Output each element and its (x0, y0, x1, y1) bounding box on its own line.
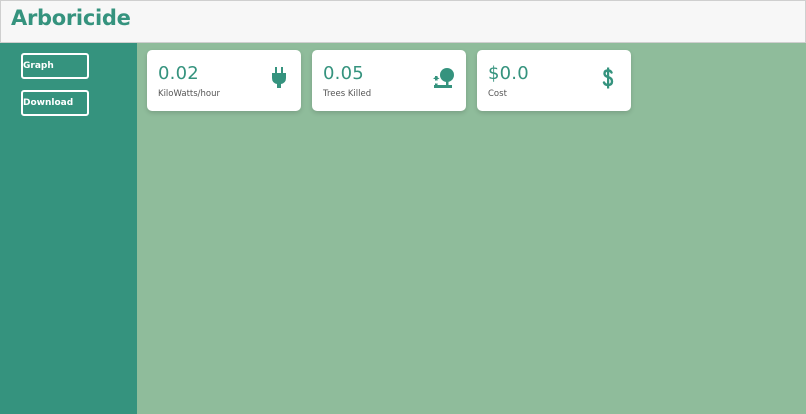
sidebar: Graph Download (0, 43, 137, 414)
app-title: Arboricide (11, 6, 131, 30)
plug-icon (271, 67, 287, 93)
kilowatts-value: 0.02 (158, 63, 199, 84)
tree-icon (432, 67, 456, 93)
cost-label: Cost (488, 89, 507, 99)
trees-killed-value: 0.05 (323, 63, 364, 84)
download-button[interactable]: Download (21, 90, 89, 116)
cost-value: $0.0 (488, 63, 529, 84)
graph-button-label: Graph (23, 61, 54, 71)
trees-killed-label: Trees Killed (323, 89, 372, 99)
kilowatts-label: KiloWatts/hour (158, 89, 220, 99)
header-bar: Arboricide (0, 0, 806, 43)
download-button-label: Download (23, 98, 74, 108)
app-root: Arboricide Graph Download 0.02 KiloWatts… (0, 0, 806, 414)
trees-killed-card: 0.05 Trees Killed (312, 50, 466, 111)
dollar-icon (601, 67, 615, 93)
graph-button[interactable]: Graph (21, 53, 89, 79)
kilowatts-card: 0.02 KiloWatts/hour (147, 50, 301, 111)
cost-card: $0.0 Cost (477, 50, 631, 111)
